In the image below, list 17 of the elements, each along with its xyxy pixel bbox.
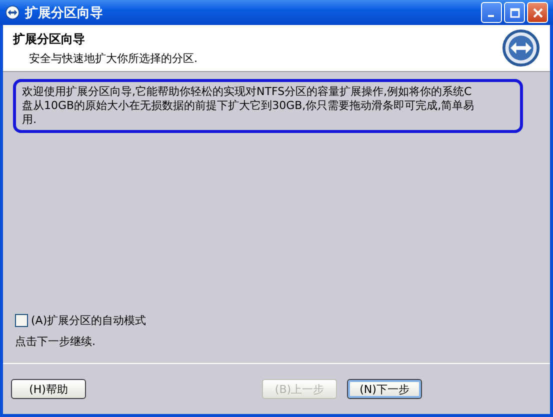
- auto-mode-checkbox[interactable]: [15, 314, 28, 327]
- header-title: 扩展分区向导: [13, 30, 86, 48]
- close-button[interactable]: [527, 2, 548, 23]
- help-button[interactable]: (H)帮助: [11, 379, 86, 399]
- maximize-icon: [510, 8, 520, 18]
- intro-text: 欢迎使用扩展分区向导,它能帮助你轻松的实现对NTFS分区的容量扩展操作,例如将你的系统C盘从10GB的原始大小在无损数据的前提下扩大它到30GB,你只需要拖动滑条即可完成,简单易用.: [13, 79, 523, 133]
- minimize-icon: [488, 14, 494, 16]
- arrows-icon: [502, 29, 540, 67]
- arrows-icon: [5, 5, 20, 20]
- header-subtitle: 安全与快速地扩大你所选择的分区.: [29, 50, 198, 66]
- continue-hint: 点击下一步继续.: [15, 334, 96, 349]
- close-icon: [532, 8, 542, 18]
- wizard-button[interactable]: (N)下一步: [347, 379, 422, 399]
- window-title: 扩展分区向导: [25, 4, 104, 22]
- auto-mode-label[interactable]: (A)扩展分区的自动模式: [31, 313, 146, 328]
- maximize-button[interactable]: [504, 2, 525, 23]
- minimize-button[interactable]: [481, 2, 502, 23]
